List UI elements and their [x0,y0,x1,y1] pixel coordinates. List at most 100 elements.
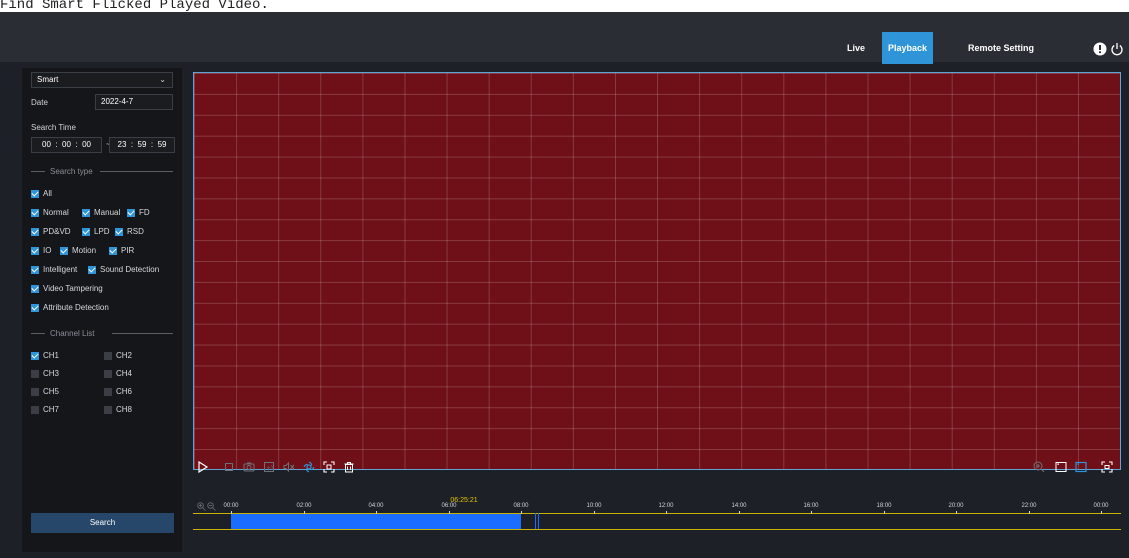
checkbox-checked-icon [31,284,39,293]
channel-ch7[interactable]: CH7 [31,405,59,414]
checkbox-unchecked-icon [104,369,112,378]
fisheye-icon[interactable] [303,461,315,473]
checkbox-fd[interactable]: FD [127,208,150,217]
recording-event-mark[interactable] [535,513,536,529]
power-icon[interactable] [1110,42,1124,56]
checkbox-checked-icon [31,189,39,198]
checkbox-unchecked-icon [104,387,112,396]
checkbox-unchecked-icon [104,351,112,360]
nav-playback[interactable]: Playback [882,32,933,64]
checkbox-pir[interactable]: PIR [109,246,134,255]
end-second[interactable]: 59 [158,140,167,149]
checkbox-checked-icon [31,303,39,312]
checkbox-label: Intelligent [43,265,78,274]
checkbox-rsd[interactable]: RSD [115,227,144,236]
search-button[interactable]: Search [31,513,174,533]
mode-select-value: Smart [37,75,59,84]
timeline-tick-mark [956,511,957,514]
recording-event-mark[interactable] [538,513,539,529]
checkbox-label: Normal [43,208,69,217]
checkbox-label: CH7 [43,405,60,414]
search-type-title: Search type [50,167,93,176]
zoom-in-icon[interactable] [1033,461,1045,473]
start-hour[interactable]: 00 [42,140,51,149]
checkbox-label: RSD [127,227,144,236]
checkbox-intelligent[interactable]: Intelligent [31,265,77,274]
stop-icon[interactable] [223,461,235,473]
checkbox-label: CH6 [116,387,133,396]
checkbox-manual[interactable]: Manual [82,208,120,217]
date-field[interactable]: 2022-4-7 [95,94,173,110]
channel-ch4[interactable]: CH4 [104,369,132,378]
timeline-tick-mark [449,511,450,514]
checkbox-sound-detection[interactable]: Sound Detection [88,265,159,274]
original-ratio-icon[interactable] [1055,461,1067,473]
start-time-field[interactable]: 00 : 00 : 00 [31,137,102,153]
checkbox-label: Motion [72,246,97,255]
video-playback-area[interactable] [193,72,1121,470]
checkbox-checked-icon [82,208,90,217]
timeline-tick-label: 12:00 [658,503,674,509]
snapshot-icon[interactable] [243,461,255,473]
mute-icon[interactable] [283,461,295,473]
channel-ch3[interactable]: CH3 [31,369,59,378]
channel-ch8[interactable]: CH8 [104,405,132,414]
channel-ch6[interactable]: CH6 [104,387,132,396]
end-time-field[interactable]: 23 : 59 : 59 [109,137,175,153]
checkbox-checked-icon [109,246,117,255]
checkbox-label: CH3 [43,369,60,378]
timeline-tick-mark [1101,511,1102,514]
recording-segment[interactable] [231,514,521,529]
timeline-zoom-in-icon[interactable] [197,502,206,511]
checkbox-label: All [43,189,52,198]
checkbox-pdvd[interactable]: PD&VD [31,227,71,236]
timeline-tick-mark [1029,511,1030,514]
mode-select[interactable]: Smart ⌄ [31,72,173,88]
nav-live[interactable]: Live [836,32,876,64]
play-icon[interactable] [197,461,209,473]
end-minute[interactable]: 59 [138,140,147,149]
timeline-tick-label: 22:00 [1021,503,1037,509]
start-minute[interactable]: 00 [62,140,71,149]
checkbox-label: Attribute Detection [43,303,109,312]
checkbox-label: Video Tampering [43,284,103,293]
start-second[interactable]: 00 [82,140,91,149]
clip-icon[interactable]: +1 [263,461,275,473]
checkbox-checked-icon [31,227,39,236]
top-navigation-bar: Live Playback Remote Setting [0,12,1129,64]
channel-ch5[interactable]: CH5 [31,387,59,396]
channel-list-title: Channel List [50,329,95,338]
checkbox-normal[interactable]: Normal [31,208,69,217]
channel-ch2[interactable]: CH2 [104,351,132,360]
checkbox-lpd[interactable]: LPD [82,227,110,236]
timeline-zoom-out-icon[interactable] [207,502,216,511]
checkbox-label: PD&VD [43,227,71,236]
checkbox-all[interactable]: All [31,189,52,198]
time-colon: : [150,140,154,149]
playback-timeline[interactable]: 06:25:21 00:00 02:00 04:00 06:00 08:00 1… [193,482,1121,534]
stretch-ratio-icon[interactable] [1075,461,1087,473]
timeline-tick-label: 14:00 [731,503,747,509]
end-hour[interactable]: 23 [118,140,127,149]
delete-icon[interactable] [343,461,355,473]
timeline-tick-label: 00:00 [223,503,239,509]
timeline-tick-mark [376,511,377,514]
checkbox-label: LPD [94,227,110,236]
checkbox-label: CH4 [116,369,133,378]
instruction-caption: Find Smart Flicked Played Video. [0,0,1129,12]
checkbox-label: CH5 [43,387,60,396]
channel-ch1[interactable]: CH1 [31,351,59,360]
alert-icon[interactable] [1093,42,1107,56]
checkbox-label: CH8 [116,405,133,414]
smart-detection-icon[interactable] [323,461,335,473]
checkbox-attribute-detection[interactable]: Attribute Detection [31,303,109,312]
checkbox-io[interactable]: IO [31,246,51,255]
timeline-tick-mark [739,511,740,514]
checkbox-video-tampering[interactable]: Video Tampering [31,284,103,293]
nvr-app: Live Playback Remote Setting Smart ⌄ Dat… [0,12,1129,558]
nav-remote-setting[interactable]: Remote Setting [955,32,1047,64]
fullscreen-icon[interactable] [1101,461,1113,473]
checkbox-unchecked-icon [104,405,112,414]
timeline-tick-mark [811,511,812,514]
checkbox-motion[interactable]: Motion [60,246,96,255]
